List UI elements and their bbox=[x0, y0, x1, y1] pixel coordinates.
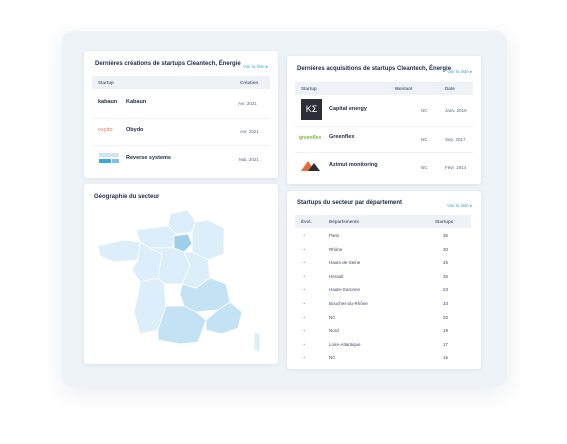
trend-arrow-icon: → bbox=[301, 327, 306, 334]
acquisition-date: Févr. 2014 bbox=[445, 165, 467, 170]
acquisition-date: Janv. 2019 bbox=[445, 108, 467, 113]
trend-arrow-icon: → bbox=[301, 354, 306, 361]
trend-arrow-icon: → bbox=[301, 272, 306, 279]
table-row[interactable]: → Loire-Atlantique 17 bbox=[295, 338, 471, 351]
header-startups: Startups bbox=[435, 219, 454, 224]
table-row[interactable]: → Paris 35 bbox=[295, 229, 471, 242]
startup-count: 17 bbox=[443, 341, 449, 347]
table-row[interactable]: KΣ Capital energy NC Janv. 2019 bbox=[295, 98, 473, 122]
acquisition-date: Sep. 2017 bbox=[445, 137, 466, 142]
startup-name[interactable]: Greenflex bbox=[329, 134, 354, 140]
startup-name[interactable]: Capital energy bbox=[329, 106, 367, 112]
header-startup: Startup bbox=[98, 80, 114, 85]
department-name: Hauts-de-Seine bbox=[329, 260, 361, 266]
row-divider bbox=[295, 126, 473, 127]
department-name: Haute-Garonne bbox=[329, 287, 361, 293]
greenflex-logo: greenflex bbox=[299, 135, 322, 141]
row-divider bbox=[295, 152, 473, 153]
table-row[interactable]: → Bouches-du-Rhône 23 bbox=[295, 297, 471, 310]
france-map[interactable] bbox=[84, 184, 278, 364]
acquisitions-see-list-link[interactable]: Voir la liste ▸ bbox=[447, 69, 472, 75]
header-departments: Départements bbox=[329, 219, 360, 224]
region-corse bbox=[253, 331, 261, 353]
region-bretagne bbox=[97, 239, 141, 263]
acquisitions-card: Dernières acquisitions de startups Clean… bbox=[287, 56, 481, 184]
acquisition-amount: NC bbox=[421, 108, 428, 113]
trend-arrow-icon: → bbox=[301, 232, 306, 238]
startup-count: 15 bbox=[443, 355, 449, 361]
trend-arrow-icon: → bbox=[301, 245, 306, 252]
creations-title: Dernières créations de startups Cleantec… bbox=[95, 61, 241, 67]
startup-count: 30 bbox=[443, 246, 449, 252]
departments-card: Startups du secteur par département Voir… bbox=[287, 191, 481, 369]
reverse-systems-logo bbox=[98, 152, 120, 167]
creations-table-header: Startup Création bbox=[92, 76, 270, 89]
department-name: Nord bbox=[329, 328, 339, 334]
department-name: NC bbox=[329, 314, 336, 320]
creations-card: Dernières créations de startups Cleantec… bbox=[84, 51, 278, 178]
row-divider bbox=[92, 118, 270, 119]
table-row[interactable]: oxydo Obydo Avr. 2021 bbox=[92, 121, 270, 141]
geography-card: Géographie du secteur bbox=[84, 184, 278, 364]
departments-table-header: Évol. Départements Startups bbox=[295, 215, 471, 228]
oxydo-logo: oxydo bbox=[98, 127, 113, 133]
trend-arrow-icon: → bbox=[301, 300, 306, 306]
creation-date: Avr. 2021 bbox=[240, 129, 259, 134]
trend-arrow-icon: → bbox=[301, 340, 306, 347]
startup-count: 25 bbox=[443, 260, 449, 266]
acquisition-amount: NC bbox=[421, 137, 428, 142]
header-startup: Startup bbox=[301, 86, 317, 91]
departments-title: Startups du secteur par département bbox=[297, 200, 403, 206]
azimut-logo bbox=[299, 160, 323, 174]
table-row[interactable]: → Nord 19 bbox=[295, 324, 471, 337]
department-name: Paris bbox=[329, 233, 340, 238]
acquisition-amount: NC bbox=[421, 165, 428, 170]
row-divider bbox=[92, 145, 270, 146]
department-name: Rhône bbox=[329, 246, 343, 252]
department-name: Loire-Atlantique bbox=[329, 341, 361, 347]
departments-see-list-link[interactable]: Voir la liste ▸ bbox=[447, 203, 472, 209]
startup-count: 20 bbox=[443, 314, 449, 320]
startup-count: 19 bbox=[443, 328, 449, 334]
department-name: Hérault bbox=[329, 273, 344, 279]
capital-energy-logo: KΣ bbox=[301, 99, 322, 120]
table-row[interactable]: greenflex Greenflex NC Sep. 2017 bbox=[295, 128, 473, 148]
startup-name[interactable]: Reverse systems bbox=[126, 155, 171, 161]
table-row[interactable]: Azimut monitoring NC Févr. 2014 bbox=[295, 156, 473, 176]
kabaun-logo: kabaun bbox=[98, 99, 118, 105]
trend-arrow-icon: → bbox=[301, 313, 306, 320]
acquisitions-title: Dernières acquisitions de startups Clean… bbox=[297, 66, 452, 72]
startup-count: 23 bbox=[443, 287, 449, 293]
department-name: Bouches-du-Rhône bbox=[329, 301, 368, 306]
startup-name[interactable]: Azimut monitoring bbox=[329, 162, 378, 168]
header-date: Date bbox=[445, 86, 455, 91]
trend-arrow-icon: → bbox=[301, 286, 306, 293]
startup-count: 25 bbox=[443, 273, 449, 279]
department-name: NC bbox=[329, 355, 336, 361]
creation-date: Mai. 2021 bbox=[239, 157, 259, 162]
creation-date: Avr. 2021 bbox=[238, 101, 257, 106]
startup-name[interactable]: Kabaun bbox=[126, 99, 146, 105]
table-row[interactable]: → Hérault 25 bbox=[295, 270, 471, 283]
header-amount: Montant bbox=[395, 86, 413, 91]
header-creation: Création bbox=[240, 80, 259, 85]
table-row[interactable]: → Rhône 30 bbox=[295, 243, 471, 256]
startup-count: 23 bbox=[443, 301, 449, 306]
header-evolution: Évol. bbox=[301, 219, 312, 224]
startup-name[interactable]: Obydo bbox=[126, 127, 143, 133]
table-row[interactable]: → NC 15 bbox=[295, 351, 471, 364]
table-row[interactable]: kabaun Kabaun Avr. 2021 bbox=[92, 93, 270, 113]
acquisitions-table-header: Startup Montant Date bbox=[295, 82, 473, 95]
creations-see-list-link[interactable]: Voir la liste ▸ bbox=[243, 64, 268, 70]
departments-rows: → Paris 35 → Rhône 30 → Hauts-de-Seine 25 → Héraul… bbox=[295, 229, 471, 365]
startup-count: 35 bbox=[443, 233, 449, 238]
table-row[interactable]: → Haute-Garonne 23 bbox=[295, 283, 471, 296]
table-row[interactable]: → Hauts-de-Seine 25 bbox=[295, 256, 471, 269]
trend-arrow-icon: → bbox=[301, 259, 306, 266]
table-row[interactable]: → NC 20 bbox=[295, 311, 471, 324]
table-row[interactable]: Reverse systems Mai. 2021 bbox=[92, 149, 270, 169]
